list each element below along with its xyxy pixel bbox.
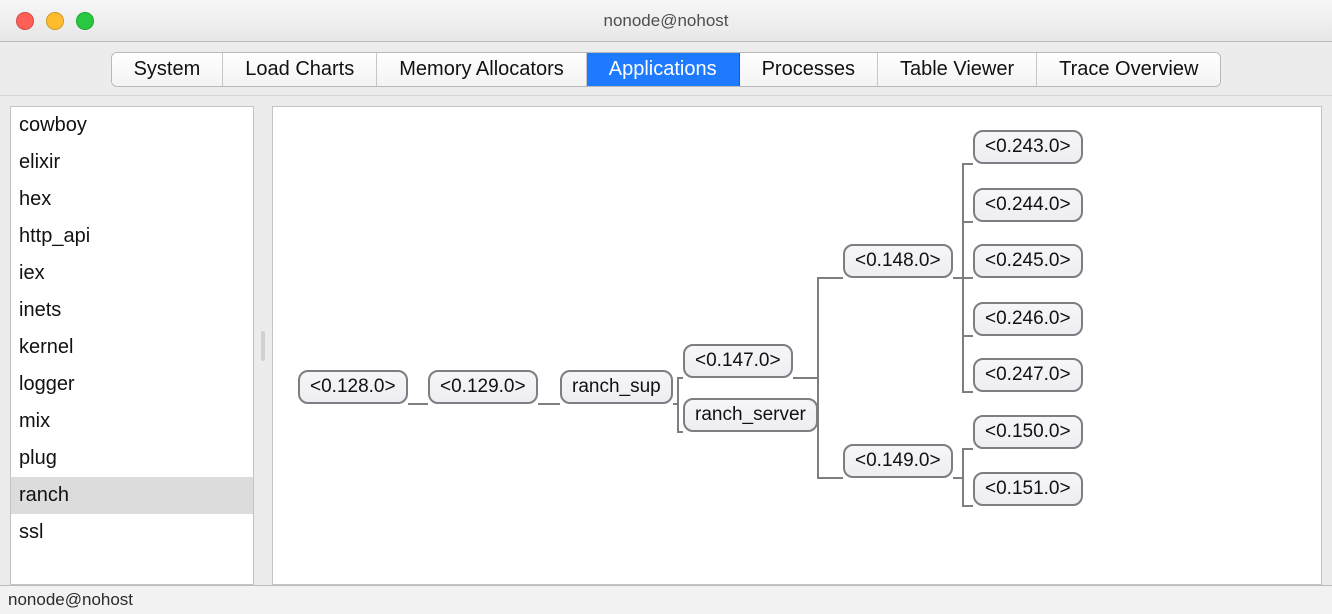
process-node[interactable]: <0.243.0> bbox=[973, 130, 1083, 164]
close-icon[interactable] bbox=[16, 12, 34, 30]
process-node[interactable]: ranch_sup bbox=[560, 370, 673, 404]
tab-trace[interactable]: Trace Overview bbox=[1037, 53, 1220, 86]
process-node[interactable]: <0.149.0> bbox=[843, 444, 953, 478]
tab-apps[interactable]: Applications bbox=[587, 53, 740, 86]
sidebar-item-http-api[interactable]: http_api bbox=[11, 218, 253, 255]
sidebar-item-mix[interactable]: mix bbox=[11, 403, 253, 440]
process-node[interactable]: <0.246.0> bbox=[973, 302, 1083, 336]
sidebar-item-iex[interactable]: iex bbox=[11, 255, 253, 292]
tree-edges bbox=[273, 107, 1321, 584]
process-node[interactable]: <0.148.0> bbox=[843, 244, 953, 278]
tab-load[interactable]: Load Charts bbox=[223, 53, 377, 86]
tab-tables[interactable]: Table Viewer bbox=[878, 53, 1037, 86]
process-tree-canvas[interactable]: <0.128.0> <0.129.0> ranch_sup <0.147.0> ranc… bbox=[272, 106, 1322, 585]
process-node[interactable]: ranch_server bbox=[683, 398, 818, 432]
sidebar-item-ranch[interactable]: ranch bbox=[11, 477, 253, 514]
process-node[interactable]: <0.128.0> bbox=[298, 370, 408, 404]
sidebar-item-ssl[interactable]: ssl bbox=[11, 514, 253, 551]
applications-list: cowboyelixirhexhttp_apiiexinetskernellog… bbox=[11, 107, 253, 584]
tab-procs[interactable]: Processes bbox=[740, 53, 878, 86]
tab-system[interactable]: System bbox=[112, 53, 224, 86]
process-node[interactable]: <0.245.0> bbox=[973, 244, 1083, 278]
process-node[interactable]: <0.150.0> bbox=[973, 415, 1083, 449]
window-title: nonode@nohost bbox=[603, 11, 728, 31]
splitter-grip-icon bbox=[261, 331, 265, 361]
sidebar-item-elixir[interactable]: elixir bbox=[11, 144, 253, 181]
content: cowboyelixirhexhttp_apiiexinetskernellog… bbox=[0, 96, 1332, 585]
applications-sidebar: cowboyelixirhexhttp_apiiexinetskernellog… bbox=[10, 106, 254, 585]
sidebar-item-kernel[interactable]: kernel bbox=[11, 329, 253, 366]
process-node[interactable]: <0.151.0> bbox=[973, 472, 1083, 506]
sidebar-item-cowboy[interactable]: cowboy bbox=[11, 107, 253, 144]
tab-mem[interactable]: Memory Allocators bbox=[377, 53, 587, 86]
sidebar-item-plug[interactable]: plug bbox=[11, 440, 253, 477]
process-node[interactable]: <0.129.0> bbox=[428, 370, 538, 404]
tabstrip: SystemLoad ChartsMemory AllocatorsApplic… bbox=[0, 42, 1332, 96]
process-node[interactable]: <0.147.0> bbox=[683, 344, 793, 378]
statusbar: nonode@nohost bbox=[0, 585, 1332, 614]
splitter[interactable] bbox=[260, 106, 266, 585]
process-node[interactable]: <0.247.0> bbox=[973, 358, 1083, 392]
titlebar: nonode@nohost bbox=[0, 0, 1332, 42]
statusbar-text: nonode@nohost bbox=[8, 590, 133, 610]
sidebar-item-hex[interactable]: hex bbox=[11, 181, 253, 218]
process-node[interactable]: <0.244.0> bbox=[973, 188, 1083, 222]
sidebar-item-inets[interactable]: inets bbox=[11, 292, 253, 329]
window-controls bbox=[16, 0, 94, 41]
zoom-icon[interactable] bbox=[76, 12, 94, 30]
minimize-icon[interactable] bbox=[46, 12, 64, 30]
sidebar-item-logger[interactable]: logger bbox=[11, 366, 253, 403]
